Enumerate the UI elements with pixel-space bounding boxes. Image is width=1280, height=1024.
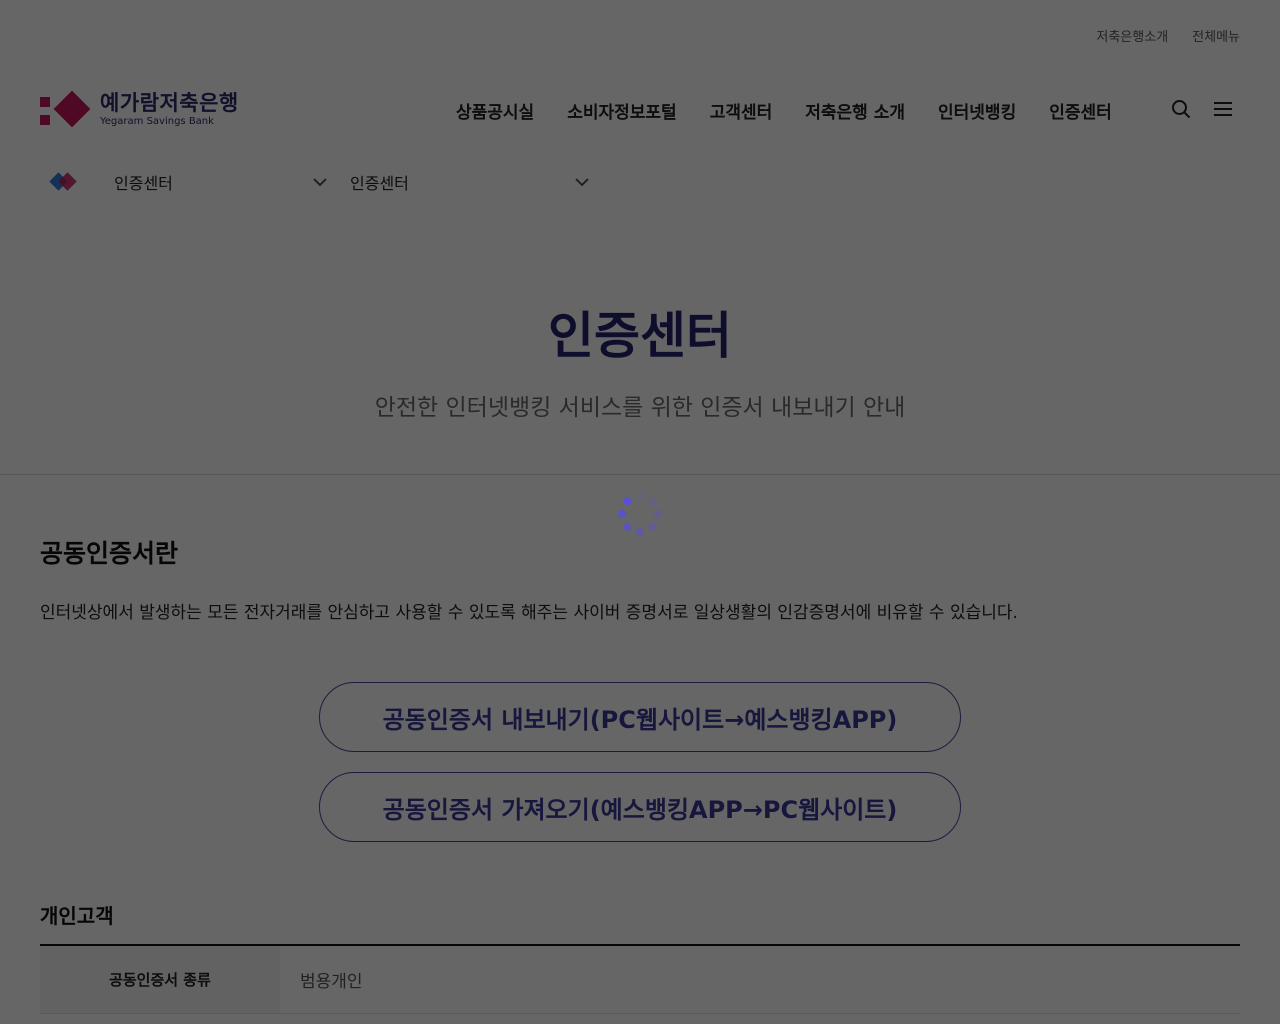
logo[interactable]: 예가람저축은행 Yegaram Savings Bank <box>40 90 239 128</box>
page-subtitle: 안전한 인터넷뱅킹 서비스를 위한 인증서 내보내기 안내 <box>374 395 906 421</box>
section-description: 인터넷상에서 발생하는 모든 전자거래를 안심하고 사용할 수 있도록 해주는 … <box>40 603 1018 623</box>
cert-export-button[interactable]: 공동인증서 내보내기(PC웹사이트→예스뱅킹APP) <box>319 682 961 752</box>
chevron-down-icon <box>313 178 327 187</box>
table-value-cell: 범용개인 <box>300 972 363 992</box>
logo-mark-icon <box>40 90 92 128</box>
cert-import-button[interactable]: 공동인증서 가져오기(예스뱅킹APP→PC웹사이트) <box>319 772 961 842</box>
table-header-cell: 공동인증서 종류 <box>40 946 280 1013</box>
table-row: 공동인증서 종류 범용개인 <box>40 946 1240 1014</box>
depth2-dropdown[interactable]: 인증센터 <box>350 170 590 194</box>
search-icon[interactable] <box>1170 98 1192 120</box>
utility-link-about[interactable]: 저축은행소개 <box>1096 26 1168 45</box>
utility-nav: 저축은행소개 전체메뉴 <box>1096 26 1240 45</box>
page-title: 인증센터 <box>548 307 732 365</box>
depth2-label: 인증센터 <box>350 174 409 193</box>
header-icons <box>1170 98 1234 120</box>
main-menu: 상품공시실 소비자정보포털 고객센터 저축은행 소개 인터넷뱅킹 인증센터 <box>456 98 1112 123</box>
sub-navigation: 인증센터 인증센터 <box>40 164 614 200</box>
cert-info-table: 공동인증서 종류 범용개인 <box>40 944 1240 1014</box>
home-icon[interactable] <box>40 164 88 200</box>
logo-name-ko: 예가람저축은행 <box>100 91 239 115</box>
menu-item-internet-banking[interactable]: 인터넷뱅킹 <box>938 98 1016 123</box>
depth1-dropdown[interactable]: 인증센터 <box>88 170 328 194</box>
depth1-label: 인증센터 <box>114 174 173 193</box>
loading-spinner-icon <box>618 492 662 536</box>
personal-customer-title: 개인고객 <box>40 904 114 928</box>
menu-item-cert-center[interactable]: 인증센터 <box>1049 98 1112 123</box>
menu-item-customer-center[interactable]: 고객센터 <box>710 98 773 123</box>
section-title: 공동인증서란 <box>40 539 179 568</box>
hamburger-menu-icon[interactable] <box>1212 98 1234 120</box>
chevron-down-icon <box>575 178 589 187</box>
menu-item-product-disclosure[interactable]: 상품공시실 <box>456 98 534 123</box>
menu-item-bank-intro[interactable]: 저축은행 소개 <box>805 98 905 123</box>
logo-name-en: Yegaram Savings Bank <box>100 116 214 127</box>
global-nav: 예가람저축은행 Yegaram Savings Bank 상품공시실 소비자정보… <box>40 88 1240 132</box>
divider <box>0 474 1280 475</box>
utility-link-all-menu[interactable]: 전체메뉴 <box>1192 26 1240 45</box>
menu-item-consumer-portal[interactable]: 소비자정보포털 <box>567 98 676 123</box>
